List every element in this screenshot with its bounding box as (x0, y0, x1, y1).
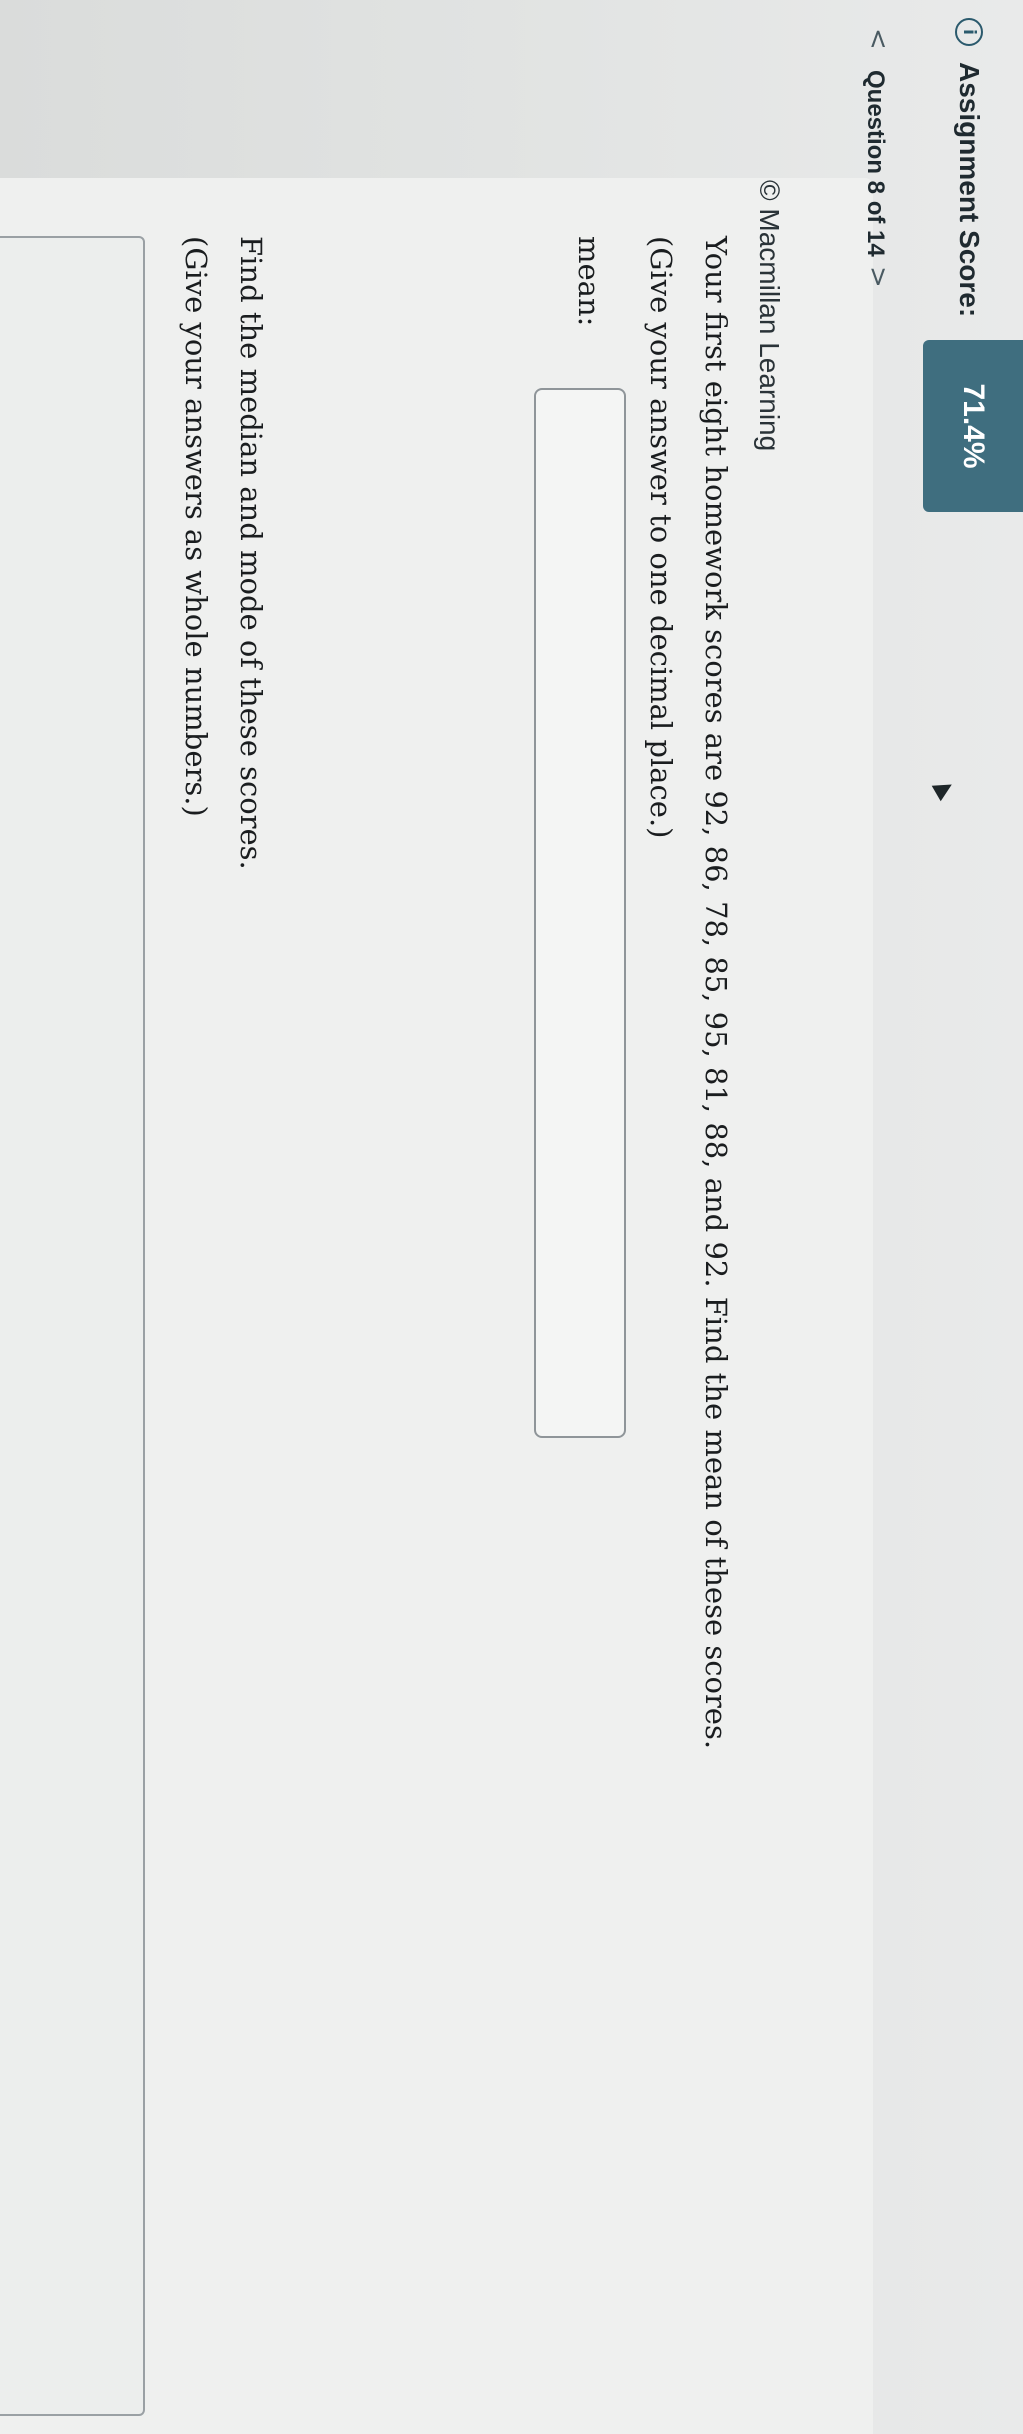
copyright-notice: © Macmillan Learning (754, 180, 785, 452)
median-mode-answer-panel[interactable] (0, 236, 145, 2416)
question-counter: Question 8 of 14 (862, 70, 889, 257)
question-prompt: Your first eight homework scores are 92,… (699, 236, 733, 1750)
mean-label: mean: (572, 236, 606, 327)
next-question-button[interactable]: > (863, 266, 893, 288)
median-mode-prompt: Find the median and mode of these scores… (234, 236, 268, 870)
question-instruction: (Give your answer to one decimal place.) (644, 236, 678, 839)
previous-question-button[interactable]: < (863, 28, 893, 50)
mean-input[interactable] (534, 388, 626, 1438)
info-icon[interactable]: i (955, 18, 983, 46)
mouse-cursor-icon (931, 776, 957, 802)
assignment-score-label: Assignment Score: (954, 62, 985, 318)
assignment-header: i Assignment Score: 71.4% (903, 0, 1023, 2434)
assignment-score-badge: 71.4% (923, 340, 1023, 512)
median-mode-instruction: (Give your answers as whole numbers.) (179, 236, 213, 817)
page: i Assignment Score: 71.4% < Question 8 o… (0, 0, 1023, 2434)
